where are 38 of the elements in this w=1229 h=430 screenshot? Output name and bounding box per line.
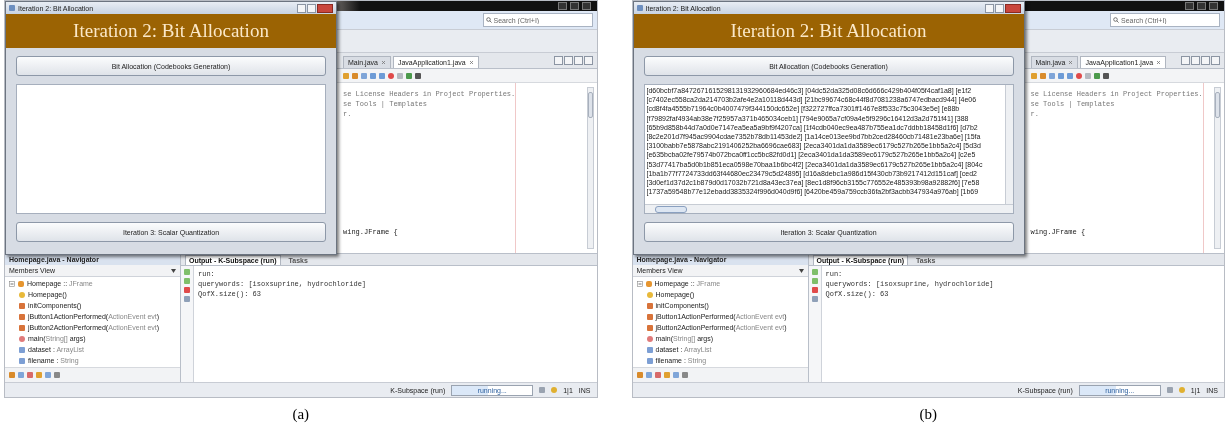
output-text-area[interactable] <box>643 84 1014 214</box>
stop-icon[interactable] <box>811 287 818 293</box>
close-icon[interactable] <box>1004 3 1021 13</box>
figure-caption: (b) <box>919 406 937 423</box>
heading-banner: Iteration 2: Bit Allocation <box>633 14 1024 48</box>
class-icon <box>645 280 652 287</box>
close-icon[interactable] <box>1209 2 1218 10</box>
maximize-icon[interactable] <box>1197 2 1206 10</box>
close-icon[interactable] <box>468 60 474 65</box>
maximize-icon[interactable] <box>1211 56 1220 65</box>
close-icon[interactable] <box>1156 60 1162 65</box>
heading-banner: Iteration 2: Bit Allocation <box>6 14 336 48</box>
constructor-icon <box>19 291 25 298</box>
static-icon <box>646 335 653 342</box>
maximize-icon[interactable] <box>994 3 1004 13</box>
scrollbar[interactable] <box>586 87 594 249</box>
scrollbar[interactable] <box>644 204 1013 213</box>
maximize-icon[interactable] <box>307 3 316 13</box>
search-icon <box>485 17 492 23</box>
constructor-icon <box>646 291 653 298</box>
scrollbar[interactable] <box>1004 85 1013 204</box>
minimize-icon[interactable] <box>1185 2 1194 10</box>
caret-icon <box>798 268 804 273</box>
figure-caption: (a) <box>292 406 310 423</box>
class-icon <box>18 280 24 287</box>
maximize-icon[interactable] <box>583 56 593 65</box>
close-icon[interactable] <box>317 3 333 13</box>
caret-icon <box>171 268 176 273</box>
minimize-icon[interactable] <box>984 3 994 13</box>
collapse-icon[interactable] <box>9 280 15 287</box>
close-icon[interactable] <box>581 2 591 10</box>
minimize-icon[interactable] <box>557 2 567 10</box>
search-icon <box>1113 17 1119 23</box>
maximize-icon[interactable] <box>569 2 579 10</box>
static-icon <box>19 335 25 342</box>
collapse-icon[interactable] <box>636 280 643 287</box>
minimize-icon[interactable] <box>297 3 306 13</box>
scrollbar[interactable] <box>1214 87 1221 249</box>
